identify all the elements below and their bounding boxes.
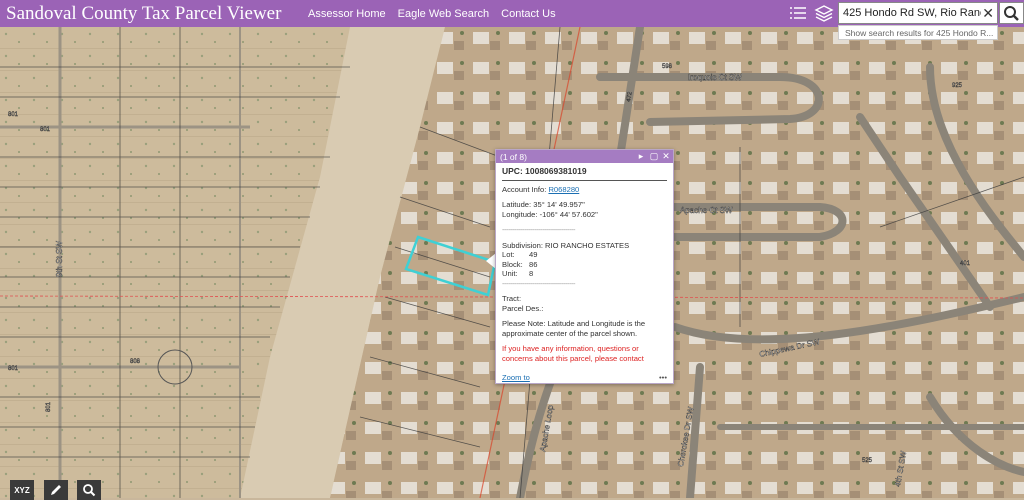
xyz-tool-button[interactable]: XYZ — [10, 480, 34, 500]
longitude-text: Longitude: -106° 44' 57.602" — [502, 209, 598, 219]
street-label-9th: 9th St SW — [55, 241, 64, 277]
subdivision-text: Subdivision: RIO RANCHO ESTATES — [502, 240, 630, 250]
magnifier-icon — [83, 484, 96, 497]
nav-assessor-home[interactable]: Assessor Home — [308, 8, 386, 20]
app-title: Sandoval County Tax Parcel Viewer — [6, 2, 282, 24]
street-label-iroquois: Iroquois Ct SW — [688, 73, 742, 82]
road-number-808: 808 — [130, 359, 141, 365]
search-button[interactable] — [999, 2, 1024, 24]
xyz-label: XYZ — [14, 485, 30, 495]
draw-tool-button[interactable] — [44, 480, 68, 500]
upc-heading: UPC: 1008069381019 — [502, 166, 667, 181]
divider-2: ------------------------------------ — [502, 278, 576, 288]
next-feature-button[interactable]: ▸ — [635, 150, 647, 163]
clear-icon[interactable]: ✕ — [982, 5, 994, 21]
account-info-row: Account Info: R068280 — [502, 185, 667, 195]
account-label: Account Info: — [502, 184, 547, 194]
zoom-to-link[interactable]: Zoom to — [502, 373, 530, 382]
close-icon[interactable]: ✕ — [660, 150, 672, 163]
tract-text: Tract: — [502, 294, 522, 303]
road-number-598: 598 — [662, 64, 673, 70]
app-header: Sandoval County Tax Parcel Viewer Assess… — [0, 0, 1024, 27]
divider-1: ------------------------------------ — [502, 225, 576, 234]
parcel-popup: (1 of 8) ▸ ▢ ✕ UPC: 1008069381019 Accoun… — [495, 149, 674, 384]
header-nav: Assessor Home Eagle Web Search Contact U… — [302, 0, 562, 27]
block-row: Block: 86 — [502, 259, 538, 269]
search-icon — [1004, 6, 1019, 21]
search-box: ✕ — [838, 2, 998, 24]
unit-row: Unit: 8 — [502, 269, 534, 278]
nav-eagle-web-search[interactable]: Eagle Web Search — [398, 8, 490, 20]
popup-counter: (1 of 8) — [500, 151, 527, 162]
road-number-801b: 801 — [40, 127, 51, 133]
contact-note: If you have any information, questions o… — [502, 344, 644, 363]
pencil-icon — [51, 485, 61, 495]
latitude-text: Latitude: 35° 14' 49.957" — [502, 200, 585, 209]
nav-contact-us[interactable]: Contact Us — [501, 8, 555, 20]
search-suggestion[interactable]: Show search results for 425 Hondo R... — [838, 25, 998, 40]
road-number-401: 401 — [960, 261, 971, 267]
account-link[interactable]: R068280 — [548, 185, 579, 194]
search-tool-button[interactable] — [77, 480, 101, 500]
popup-header: (1 of 8) ▸ ▢ ✕ — [496, 150, 673, 163]
road-number-525: 525 — [862, 458, 873, 464]
maximize-icon[interactable]: ▢ — [648, 150, 660, 163]
popup-footer: Zoom to ••• — [496, 371, 673, 383]
road-number-801d: 801 — [46, 401, 52, 412]
road-number-801c: 801 — [8, 366, 19, 372]
list-icon[interactable] — [788, 4, 808, 23]
more-actions-button[interactable]: ••• — [659, 373, 667, 382]
parcel-des-text: Parcel Des.: — [502, 303, 544, 313]
layers-icon[interactable] — [814, 4, 834, 23]
road-number-925: 925 — [952, 83, 963, 89]
search-input[interactable] — [839, 3, 985, 23]
lat-lon-note: Please Note: Latitude and Longitude is t… — [502, 319, 646, 338]
road-number-801a: 801 — [8, 112, 19, 118]
street-label-apache-ct: Apache Ct SW — [680, 206, 733, 215]
lot-row: Lot: 49 — [502, 250, 538, 259]
